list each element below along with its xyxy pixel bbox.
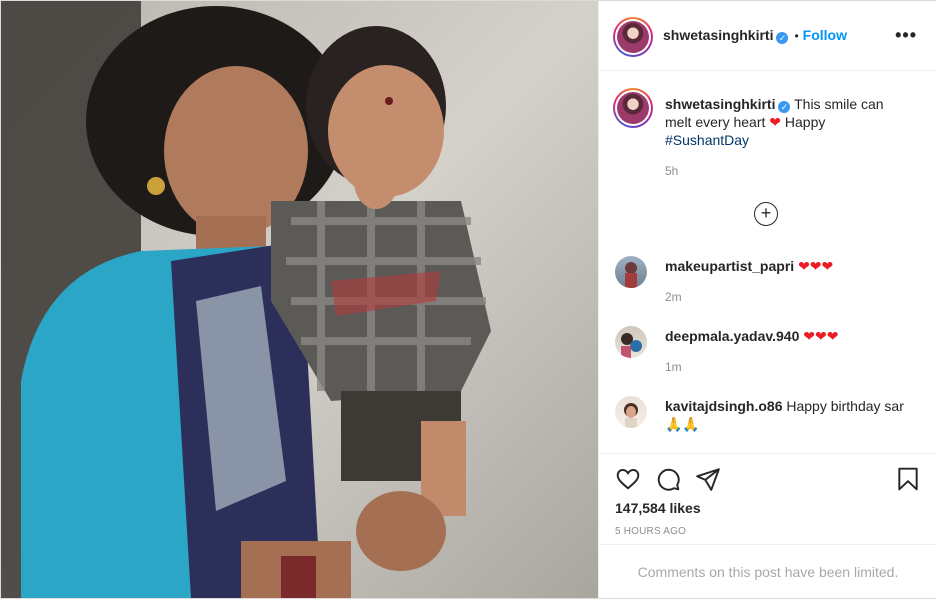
comment-1: makeupartist_papri ❤❤❤ bbox=[665, 257, 921, 275]
comment-3: kavitajdsingh.o86 Happy birthday sar 🙏🙏 bbox=[665, 397, 921, 433]
comment-text: Happy birthday sar bbox=[786, 398, 904, 414]
comment-text: ❤❤❤ bbox=[803, 328, 839, 344]
post-sidebar: shwetasinghkirti ✓ • Follow ••• shwetasingh… bbox=[598, 1, 936, 598]
header-user: shwetasinghkirti ✓ • Follow bbox=[663, 27, 847, 45]
comment-text: ❤❤❤ bbox=[798, 258, 834, 274]
author-avatar[interactable] bbox=[613, 17, 653, 57]
post-timestamp[interactable]: 5 HOURS AGO bbox=[615, 526, 686, 537]
author-username[interactable]: shwetasinghkirti bbox=[663, 27, 773, 43]
comment-time[interactable]: 1m bbox=[665, 360, 682, 374]
verified-badge-icon: ✓ bbox=[776, 32, 789, 44]
caption-hashtag[interactable]: #SushantDay bbox=[665, 132, 749, 148]
comments-limited-notice: Comments on this post have been limited. bbox=[599, 544, 936, 599]
bookmark-icon[interactable] bbox=[895, 466, 921, 492]
commenter-avatar[interactable] bbox=[615, 396, 647, 428]
share-icon[interactable] bbox=[695, 466, 721, 492]
comment-username[interactable]: deepmala.yadav.940 bbox=[665, 328, 799, 344]
caption-avatar[interactable] bbox=[613, 88, 653, 128]
likes-count[interactable]: 147,584 likes bbox=[615, 500, 701, 516]
comments-section: shwetasinghkirti ✓ This smile can melt ev… bbox=[599, 72, 936, 453]
heart-emoji: ❤ bbox=[769, 114, 781, 130]
heart-outline-icon[interactable] bbox=[615, 466, 641, 492]
caption-text-after: Happy bbox=[784, 114, 826, 130]
post-caption: shwetasinghkirti ✓ This smile can melt ev… bbox=[665, 95, 905, 149]
comment-username[interactable]: makeupartist_papri bbox=[665, 258, 794, 274]
comment-username[interactable]: kavitajdsingh.o86 bbox=[665, 398, 782, 414]
instagram-post: shwetasinghkirti ✓ • Follow ••• shwetasingh… bbox=[0, 0, 936, 599]
comment-2: deepmala.yadav.940 ❤❤❤ bbox=[665, 327, 921, 345]
post-photo-illustration bbox=[1, 1, 598, 598]
more-options-icon[interactable]: ••• bbox=[895, 25, 917, 46]
caption-time[interactable]: 5h bbox=[665, 164, 678, 178]
verified-badge-icon: ✓ bbox=[778, 101, 791, 113]
plus-circle-icon[interactable]: + bbox=[754, 202, 778, 226]
comment-time[interactable]: 2m bbox=[665, 290, 682, 304]
comment-icon[interactable] bbox=[655, 466, 681, 492]
post-actions: 147,584 likes 5 HOURS AGO Comments on th… bbox=[599, 453, 936, 598]
follow-button[interactable]: Follow bbox=[803, 27, 847, 43]
commenter-avatar[interactable] bbox=[615, 326, 647, 358]
commenter-avatar[interactable] bbox=[615, 256, 647, 288]
post-photo[interactable] bbox=[1, 1, 598, 598]
comment-emoji: 🙏🙏 bbox=[665, 416, 700, 432]
caption-username[interactable]: shwetasinghkirti bbox=[665, 96, 775, 112]
post-header: shwetasinghkirti ✓ • Follow ••• bbox=[599, 1, 936, 71]
separator-dot: • bbox=[794, 29, 799, 43]
